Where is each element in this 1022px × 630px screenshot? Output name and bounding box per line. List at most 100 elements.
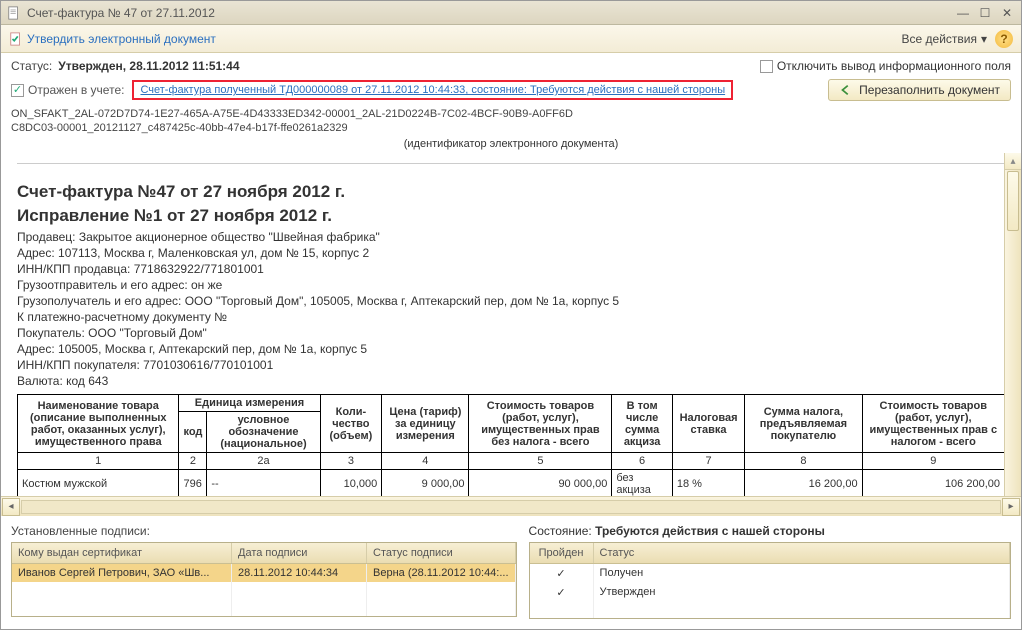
scroll-left-icon[interactable]: ◂ [2, 498, 20, 516]
disable-info-checkbox[interactable] [760, 60, 773, 73]
state-status: Утвержден [594, 583, 1010, 602]
state-status: Получен [594, 564, 1010, 583]
seller-inn: ИНН/КПП продавца: 7718632922/771801001 [17, 262, 1005, 276]
sig-status: Верна (28.11.2012 10:44:... [367, 564, 516, 582]
scroll-up-icon[interactable]: ▴ [1005, 153, 1021, 170]
state-hdr-status[interactable]: Статус [594, 543, 1010, 563]
th-excise: В том числе сумма акциза [612, 395, 672, 453]
doc-title-1: Счет-фактура №47 от 27 ноября 2012 г. [17, 182, 1005, 202]
vertical-scrollbar[interactable]: ▴ [1004, 153, 1021, 496]
seller-line: Продавец: Закрытое акционерное общество … [17, 230, 1005, 244]
refill-label: Перезаполнить документ [859, 83, 1000, 97]
scroll-right-icon[interactable]: ▸ [1002, 498, 1020, 516]
cell-cost-notax: 90 000,00 [469, 470, 612, 497]
state-grid: Пройден Статус ✓ Получен ✓ Утвержден [529, 542, 1011, 619]
cell-tax-rate: 18 % [672, 470, 744, 497]
table-num-row: 1 2 2а 3 4 5 6 7 8 9 [18, 453, 1005, 470]
th-cost-notax: Стоимость товаров (работ, услуг), имущес… [469, 395, 612, 453]
status-label: Статус: [11, 59, 52, 73]
state-value: Требуются действия с нашей стороны [595, 524, 825, 538]
seller-address: Адрес: 107113, Москва г, Маленковская ул… [17, 246, 1005, 260]
th-name: Наименование товара (описание выполненны… [18, 395, 179, 453]
titlebar: Счет-фактура № 47 от 27.11.2012 — ☐ ✕ [1, 1, 1021, 25]
invoice-table: Наименование товара (описание выполненны… [17, 394, 1005, 496]
window-title: Счет-фактура № 47 от 27.11.2012 [27, 6, 949, 20]
consignee-line: Грузополучатель и его адрес: ООО "Торгов… [17, 294, 1005, 308]
state-row[interactable]: ✓ Получен [530, 564, 1010, 583]
reflected-label: Отражен в учете: [28, 83, 124, 97]
toolbar: Утвердить электронный документ Все дейст… [1, 25, 1021, 53]
maximize-button[interactable]: ☐ [977, 5, 993, 21]
doc-title-2: Исправление №1 от 27 ноября 2012 г. [17, 206, 1005, 226]
table-row: Костюм мужской 796 -- 10,000 9 000,00 90… [18, 470, 1005, 497]
bottom-panels: Установленные подписи: Кому выдан сертиф… [1, 516, 1021, 629]
cell-unit-name: -- [207, 470, 320, 497]
state-row-empty [530, 602, 1010, 618]
signatures-title: Установленные подписи: [11, 524, 517, 538]
th-unit: Единица измерения [179, 395, 320, 412]
state-check: ✓ [530, 583, 594, 602]
currency-line: Валюта: код 643 [17, 374, 1005, 388]
state-hdr-passed[interactable]: Пройден [530, 543, 594, 563]
cell-name: Костюм мужской [18, 470, 179, 497]
th-cost-tax: Стоимость товаров (работ, услуг), имущес… [862, 395, 1004, 453]
horizontal-scrollbar[interactable]: ◂ ▸ [1, 496, 1021, 516]
arrow-left-icon [839, 83, 853, 97]
help-button[interactable]: ? [995, 30, 1013, 48]
sig-who: Иванов Сергей Петрович, ЗАО «Шв... [12, 564, 232, 582]
minimize-button[interactable]: — [955, 5, 971, 21]
approve-label: Утвердить электронный документ [27, 32, 216, 46]
signatures-panel: Установленные подписи: Кому выдан сертиф… [11, 524, 517, 619]
status-value: Утвержден, 28.11.2012 11:51:44 [58, 59, 239, 73]
sig-date: 28.11.2012 10:44:34 [232, 564, 367, 582]
th-tax-rate: Налоговая ставка [672, 395, 744, 453]
signature-row-empty [12, 582, 516, 616]
signature-row[interactable]: Иванов Сергей Петрович, ЗАО «Шв... 28.11… [12, 564, 516, 582]
state-label: Состояние: [529, 524, 592, 538]
signatures-grid: Кому выдан сертификат Дата подписи Стату… [11, 542, 517, 617]
th-tax-sum: Сумма налога, предъявляемая покупателю [745, 395, 862, 453]
edoc-id-line2: C8DC03-00001_20121127_c487425c-40bb-47e4… [11, 121, 1011, 135]
sig-hdr-who[interactable]: Кому выдан сертификат [12, 543, 232, 563]
cell-qty: 10,000 [320, 470, 382, 497]
all-actions-label: Все действия [902, 32, 977, 46]
edoc-id-block: ON_SFAKT_2AL-072D7D74-1E27-465A-A75E-4D4… [1, 107, 1021, 153]
all-actions-dropdown[interactable]: Все действия ▾ [902, 32, 988, 46]
buyer-line: Покупатель: ООО "Торговый Дом" [17, 326, 1005, 340]
reflected-row: Отражен в учете: Счет-фактура полученный… [1, 79, 1021, 107]
th-unit-name: условное обозначение (национальное) [207, 412, 320, 453]
window-root: Счет-фактура № 47 от 27.11.2012 — ☐ ✕ Ут… [0, 0, 1022, 630]
approve-edoc-link[interactable]: Утвердить электронный документ [9, 32, 216, 46]
cell-cost-tax: 106 200,00 [862, 470, 1004, 497]
edoc-id-line1: ON_SFAKT_2AL-072D7D74-1E27-465A-A75E-4D4… [11, 107, 1011, 121]
status-bar: Статус: Утвержден, 28.11.2012 11:51:44 О… [1, 53, 1021, 79]
document-viewport[interactable]: ▴ Счет-фактура №47 от 27 ноября 2012 г. … [1, 153, 1021, 496]
chevron-down-icon: ▾ [981, 32, 987, 46]
cell-tax-sum: 16 200,00 [745, 470, 862, 497]
doc-approve-icon [9, 32, 23, 46]
state-panel: Состояние: Требуются действия с нашей ст… [529, 524, 1011, 619]
close-button[interactable]: ✕ [999, 5, 1015, 21]
sig-hdr-status[interactable]: Статус подписи [367, 543, 516, 563]
document-icon [7, 6, 21, 20]
disable-info-label: Отключить вывод информационного поля [777, 59, 1011, 73]
refill-button[interactable]: Перезаполнить документ [828, 79, 1011, 101]
th-code: код [179, 412, 207, 453]
invoice-state-link[interactable]: Счет-фактура полученный ТД000000089 от 2… [132, 80, 733, 100]
payment-doc-line: К платежно-расчетному документу № [17, 310, 1005, 324]
th-qty: Коли-чество (объем) [320, 395, 382, 453]
reflected-checkbox[interactable] [11, 84, 24, 97]
scroll-track[interactable] [21, 500, 1001, 514]
buyer-address: Адрес: 105005, Москва г, Аптекарский пер… [17, 342, 1005, 356]
sig-hdr-date[interactable]: Дата подписи [232, 543, 367, 563]
cell-code: 796 [179, 470, 207, 497]
cell-excise: без акциза [612, 470, 672, 497]
state-row[interactable]: ✓ Утвержден [530, 583, 1010, 602]
scroll-thumb[interactable] [1007, 171, 1019, 231]
th-price: Цена (тариф) за единицу измерения [382, 395, 469, 453]
edoc-id-caption: (идентификатор электронного документа) [11, 137, 1011, 151]
cell-price: 9 000,00 [382, 470, 469, 497]
shipper-line: Грузоотправитель и его адрес: он же [17, 278, 1005, 292]
document-body: Счет-фактура №47 от 27 ноября 2012 г. Ис… [17, 163, 1005, 496]
state-check: ✓ [530, 564, 594, 583]
